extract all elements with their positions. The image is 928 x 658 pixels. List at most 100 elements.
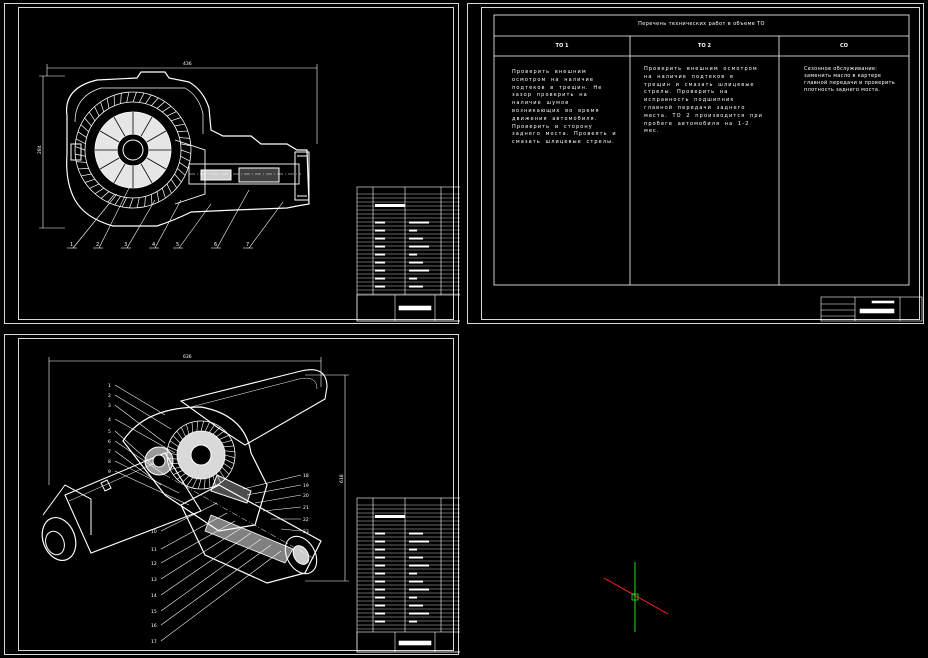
gear-tooth [169, 440, 179, 448]
gear-tooth [161, 187, 166, 199]
spec-row-text [409, 620, 417, 623]
axle-section-drawing: 436 284 1 2 3 4 5 6 7 [37, 61, 460, 322]
gear-tooth [145, 94, 152, 104]
callout-number: 15 [151, 609, 157, 615]
spec-row-text [409, 588, 429, 591]
gear-tooth [121, 197, 128, 208]
drawing-sheet-maintenance-table: Перечень технических работ в объеме ТО Т… [467, 3, 924, 324]
gear-tooth [196, 421, 199, 432]
column-head-so: СО [840, 43, 848, 49]
gear-tooth [106, 98, 110, 109]
callout-number: 19 [303, 483, 309, 489]
callout-number: 7 [108, 449, 111, 455]
wheel-flange [41, 479, 112, 561]
callout-number: 3 [124, 242, 127, 248]
spec-row-text [375, 620, 385, 623]
gear-tooth [166, 111, 177, 117]
gear-tooth [204, 421, 210, 432]
gear-tooth [191, 422, 194, 433]
spec-row-text [409, 572, 417, 575]
spec-row-text [375, 588, 385, 591]
gear-tooth [151, 194, 153, 205]
callout-number: 14 [151, 593, 157, 599]
gear-tooth [156, 101, 166, 109]
gear-tooth [77, 131, 87, 138]
gear-tooth [170, 117, 182, 122]
callout-number: 8 [108, 459, 111, 465]
gear-tooth [113, 95, 115, 106]
spec-row-text [375, 237, 385, 240]
callout-leaders [72, 183, 284, 249]
callout-number: 18 [303, 473, 309, 479]
callout-number: 9 [108, 469, 111, 475]
spec-row-text [409, 269, 429, 272]
gear-tooth [74, 146, 86, 151]
gear-tooth [212, 426, 221, 435]
gear-tooth [224, 454, 235, 459]
gear-tooth [200, 421, 205, 432]
gear-tooth [224, 458, 235, 464]
spec-row-text [375, 253, 385, 256]
gear-tooth [186, 477, 194, 487]
gear-tooth [162, 105, 172, 113]
dimension-width-label: 436 [183, 61, 192, 67]
gear-tooth [94, 187, 104, 195]
gear-tooth [89, 183, 100, 189]
spec-row-text [375, 277, 385, 280]
gear-tooth [186, 424, 190, 435]
spec-row-text [409, 548, 417, 551]
column-head-to1: ТО 1 [555, 43, 569, 49]
spec-row-text [375, 532, 385, 535]
gear-tooth [208, 423, 216, 433]
spec-row-text [409, 245, 429, 248]
drawing-sheet-axle-section: 436 284 1 2 3 4 5 6 7 [4, 3, 460, 324]
gear-tooth [180, 155, 191, 162]
gear-tooth [219, 435, 229, 440]
gear-tooth [223, 445, 234, 448]
spec-row-text [375, 261, 385, 264]
callout-number: 5 [108, 429, 111, 435]
gear-tooth [100, 101, 105, 113]
column-text-so: Сезонное обслуживание: заменить масло в … [804, 66, 895, 93]
callout-number: 1 [70, 242, 73, 248]
callout-leaders [114, 384, 302, 642]
column-text-to1: Проверить внешним осмотром на наличие по… [512, 69, 617, 146]
spec-row-text [409, 580, 423, 583]
maintenance-table-grid [493, 14, 923, 322]
gear-tooth [120, 93, 122, 104]
gear-tooth [114, 196, 121, 206]
gear-tooth [151, 97, 159, 106]
gear-tooth [177, 130, 188, 132]
differential-housing [122, 406, 268, 532]
gear-tooth [138, 92, 145, 103]
spec-row-text [375, 245, 385, 248]
gear-tooth [179, 137, 190, 139]
spec-row-text [409, 285, 423, 288]
ucs-pickbox [631, 593, 639, 601]
gear-tooth [144, 196, 146, 207]
gear-tooth [100, 191, 110, 199]
spec-row-text [375, 564, 385, 567]
spec-row-text [409, 564, 429, 567]
gear-tooth [136, 197, 140, 208]
spec-row-text [375, 604, 385, 607]
gear-tooth [166, 183, 172, 194]
spec-row-text [375, 285, 385, 288]
spec-row-text [375, 269, 385, 272]
table-title: Перечень технических работ в объеме ТО [638, 21, 765, 27]
gear-tooth [80, 124, 89, 132]
gear-tooth [180, 149, 192, 154]
spec-row-text [409, 540, 429, 543]
spec-row-text [375, 580, 385, 583]
gear-tooth [223, 462, 233, 470]
spec-row-text [375, 229, 385, 232]
dimension-height-label: 284 [37, 145, 43, 154]
gear-tooth [221, 466, 230, 475]
callout-number: 11 [151, 547, 157, 553]
spec-row-text [409, 237, 423, 240]
gear-tooth [177, 168, 186, 176]
spec-row-text [409, 604, 423, 607]
callout-number: 22 [303, 517, 309, 523]
gear-tooth [174, 123, 185, 127]
column-head-to2: ТО 2 [698, 43, 711, 49]
